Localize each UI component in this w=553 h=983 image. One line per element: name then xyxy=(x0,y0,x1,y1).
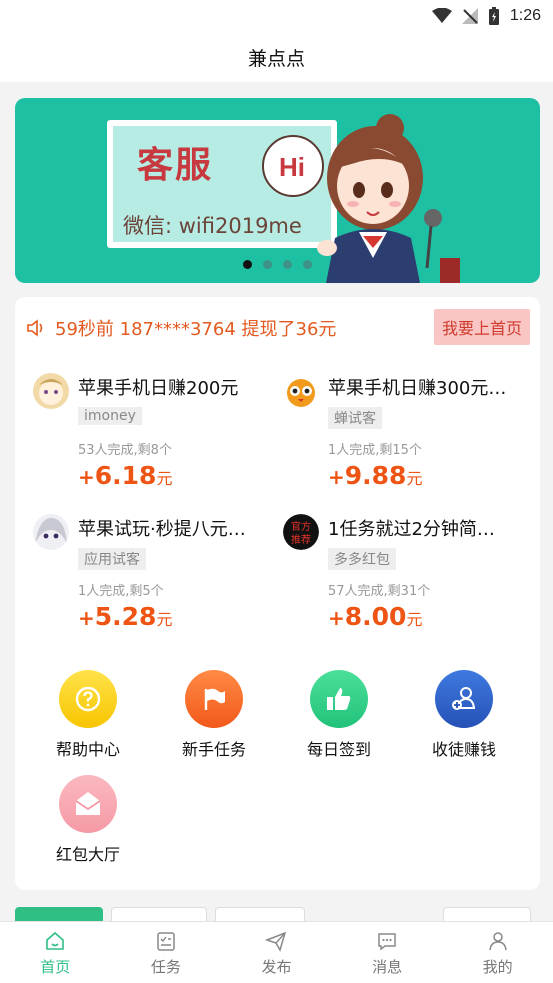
task-title: 1任务就过2分钟简… xyxy=(328,519,495,540)
carousel-dot[interactable] xyxy=(243,260,252,269)
shortcut-red-packet-hall[interactable]: 红包大厅 xyxy=(33,775,143,865)
task-tag: 多多红包 xyxy=(328,548,396,570)
reward-amount: 6.18 xyxy=(94,461,157,490)
tab-label: 消息 xyxy=(372,958,403,976)
tab-label: 任务 xyxy=(150,958,181,976)
bottom-tab-bar: 首页 任务 发布 消息 我的 xyxy=(0,921,553,983)
task-reward: +5.28元 xyxy=(78,602,172,631)
send-icon xyxy=(265,931,287,952)
reward-unit: 元 xyxy=(406,469,423,488)
flag-icon xyxy=(204,688,225,710)
customer-service-illustration: Hi xyxy=(262,114,442,283)
status-bar: 1:26 xyxy=(0,0,553,32)
task-reward: +8.00元 xyxy=(328,602,422,631)
banner-bubble-text: Hi xyxy=(279,152,305,182)
tab-tasks[interactable]: 任务 xyxy=(111,922,222,983)
shortcut-newbie-tasks[interactable]: 新手任务 xyxy=(159,670,269,760)
shortcut-label: 新手任务 xyxy=(181,740,246,759)
shortcut-help-center[interactable]: 帮助中心 xyxy=(33,670,143,760)
tab-mine[interactable]: 我的 xyxy=(442,922,553,983)
envelope-icon xyxy=(75,792,101,815)
tab-publish[interactable]: 发布 xyxy=(221,922,332,983)
banner-carousel[interactable]: 客服 微信: wifi2019me Hi xyxy=(15,98,540,283)
task-card[interactable]: 苹果手机日赚300元… 蝉试客 1人完成,剩15个 +9.88元 xyxy=(283,369,528,504)
task-title: 苹果手机日赚200元 xyxy=(78,378,239,399)
task-card[interactable]: 苹果试玩·秒提八元… 应用试客 1人完成,剩5个 +5.28元 xyxy=(33,510,278,645)
message-icon xyxy=(378,933,396,951)
reward-unit: 元 xyxy=(156,469,173,488)
task-tag: 应用试客 xyxy=(78,548,146,570)
shortcut-circle xyxy=(59,670,117,728)
get-on-homepage-button[interactable]: 我要上首页 xyxy=(433,309,530,345)
reward-unit: 元 xyxy=(406,610,423,629)
task-list-icon xyxy=(157,932,175,951)
banner-board-title: 客服 xyxy=(137,145,214,186)
avatar-text-bottom: 推荐 xyxy=(291,533,311,546)
task-title: 苹果手机日赚300元… xyxy=(328,378,507,399)
task-meta: 53人完成,剩8个 xyxy=(78,443,172,458)
user-icon xyxy=(488,932,507,951)
tab-label: 发布 xyxy=(261,958,292,976)
task-avatar xyxy=(283,373,319,409)
speaker-icon xyxy=(27,319,43,337)
main-card: 59秒前 187****3764 提现了36元 我要上首页 苹果手机日赚200元… xyxy=(15,297,540,890)
wifi-icon xyxy=(431,8,452,23)
reward-unit: 元 xyxy=(156,610,173,629)
thumbs-up-icon xyxy=(327,688,351,710)
page-title: 兼点点 xyxy=(0,32,553,82)
shortcut-circle xyxy=(310,670,368,728)
avatar-text-top: 官方 xyxy=(291,520,311,533)
task-avatar xyxy=(33,514,69,550)
shortcut-label: 红包大厅 xyxy=(55,845,120,864)
tab-home[interactable]: 首页 xyxy=(0,922,111,983)
add-user-icon xyxy=(452,687,476,710)
shortcut-recruit-earn[interactable]: 收徒赚钱 xyxy=(409,670,519,760)
task-avatar xyxy=(33,373,69,409)
carousel-dots xyxy=(243,260,312,269)
reward-plus: + xyxy=(78,606,95,630)
official-recommend-avatar: 官方 推荐 xyxy=(283,514,319,550)
banner-podium xyxy=(440,258,460,283)
tab-label: 首页 xyxy=(40,958,71,976)
task-meta: 1人完成,剩5个 xyxy=(78,584,164,599)
home-icon xyxy=(46,931,65,950)
shortcut-circle xyxy=(435,670,493,728)
task-card[interactable]: 苹果手机日赚200元 imoney 53人完成,剩8个 +6.18元 xyxy=(33,369,278,504)
withdraw-notice: 59秒前 187****3764 提现了36元 我要上首页 xyxy=(25,309,530,347)
reward-amount: 8.00 xyxy=(344,602,407,631)
tab-label: 我的 xyxy=(482,958,513,976)
reward-plus: + xyxy=(328,465,345,489)
shortcut-label: 收徒赚钱 xyxy=(431,740,496,759)
task-meta: 1人完成,剩15个 xyxy=(328,443,422,458)
task-tag: imoney xyxy=(78,407,142,425)
shortcut-circle xyxy=(59,775,117,833)
reward-amount: 5.28 xyxy=(94,602,157,631)
shortcut-label: 每日签到 xyxy=(306,740,371,759)
question-icon xyxy=(75,686,101,712)
shortcut-daily-checkin[interactable]: 每日签到 xyxy=(284,670,394,760)
task-tag: 蝉试客 xyxy=(328,407,382,429)
battery-icon xyxy=(488,7,499,25)
notice-text: 59秒前 187****3764 提现了36元 xyxy=(55,319,337,340)
task-title: 苹果试玩·秒提八元… xyxy=(78,519,246,540)
reward-plus: + xyxy=(328,606,345,630)
carousel-dot[interactable] xyxy=(303,260,312,269)
task-reward: +9.88元 xyxy=(328,461,422,490)
carousel-dot[interactable] xyxy=(263,260,272,269)
carousel-dot[interactable] xyxy=(283,260,292,269)
no-signal-icon xyxy=(461,8,478,24)
shortcut-circle xyxy=(185,670,243,728)
status-time: 1:26 xyxy=(509,7,541,24)
task-card[interactable]: 官方 推荐 1任务就过2分钟简… 多多红包 57人完成,剩31个 +8.00元 xyxy=(283,510,528,645)
shortcut-label: 帮助中心 xyxy=(55,740,120,759)
task-meta: 57人完成,剩31个 xyxy=(328,584,431,599)
reward-amount: 9.88 xyxy=(344,461,407,490)
tab-messages[interactable]: 消息 xyxy=(332,922,443,983)
task-reward: +6.18元 xyxy=(78,461,172,490)
reward-plus: + xyxy=(78,465,95,489)
